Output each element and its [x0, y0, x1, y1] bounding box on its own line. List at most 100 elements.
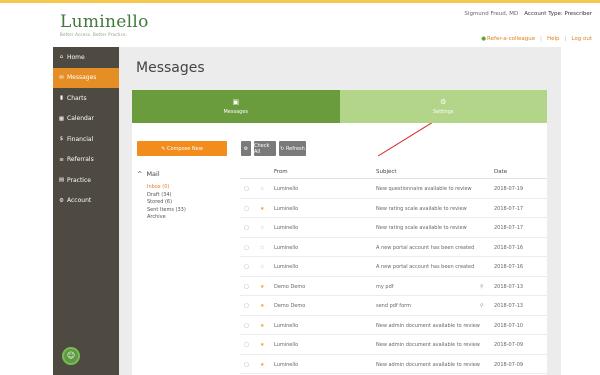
sidebar-item-label: Referrals — [67, 156, 94, 164]
star-outline-icon[interactable]: ☆ — [260, 225, 264, 231]
column-header-subject[interactable]: Subject — [376, 169, 397, 175]
message-subject[interactable]: A new portal account has been created — [376, 264, 474, 270]
checkbox-icon[interactable]: ▢ — [244, 342, 249, 348]
message-subject[interactable]: New admin document available to review — [376, 362, 480, 368]
checkbox-icon[interactable]: ▢ — [244, 186, 249, 192]
refresh-label: Refresh — [285, 145, 305, 152]
gear-icon: ⚙ — [59, 197, 64, 204]
dollar-icon: $ — [59, 136, 64, 143]
star-outline-icon[interactable]: ☆ — [260, 245, 264, 251]
logout-link[interactable]: Log out — [571, 36, 592, 42]
table-row[interactable]: ▢ ★ Luminello New admin document available … — [240, 335, 547, 355]
sidebar-item-financial[interactable]: $ Financial — [53, 129, 119, 150]
message-subject[interactable]: send pdf form — [376, 303, 411, 309]
message-subject[interactable]: New rating scale available to review — [376, 206, 467, 212]
sidebar-item-label: Account — [67, 197, 92, 205]
tab-messages[interactable]: ▣ Messages — [132, 90, 340, 123]
folder-item[interactable]: Archive — [137, 214, 232, 222]
message-date: 2018-07-16 — [494, 264, 524, 270]
sidebar-item-home[interactable]: ⌂ Home — [53, 47, 119, 68]
star-filled-icon[interactable]: ★ — [260, 284, 264, 290]
star-filled-icon[interactable]: ★ — [260, 323, 264, 329]
message-date: 2018-07-13 — [494, 283, 524, 290]
checkbox-icon[interactable]: ▢ — [244, 303, 249, 309]
checkbox-icon[interactable]: ▢ — [244, 362, 249, 368]
checkbox-icon[interactable]: ▢ — [244, 225, 249, 231]
table-row[interactable]: ▢ ☆ Luminello A new portal account has been… — [240, 238, 547, 257]
column-header-date[interactable]: Date — [494, 169, 507, 175]
checkbox-icon[interactable]: ▢ — [244, 284, 249, 290]
tab-bar: ▣ Messages ⚙ Settings — [132, 90, 547, 123]
table-row[interactable]: ▢ ☆ Luminello New rating scale available to… — [240, 218, 547, 238]
message-from: Luminello — [274, 186, 299, 192]
sidebar-item-practice[interactable]: ▤ Practice — [53, 170, 119, 191]
sidebar-item-calendar[interactable]: ▦ Calendar — [53, 109, 119, 130]
user-name: Sigmund Freud, MD — [464, 11, 519, 17]
mail-heading-label: Mail — [146, 170, 160, 178]
logo-name: Luminello — [60, 12, 149, 32]
sidebar-item-label: Financial — [67, 135, 94, 143]
folder-item[interactable]: Draft (34) — [137, 192, 232, 200]
message-date: 2018-07-16 — [494, 244, 524, 251]
sidebar-item-label: Home — [67, 53, 85, 61]
table-header: From Subject Date — [240, 165, 547, 179]
star-filled-icon[interactable]: ★ — [260, 206, 264, 212]
table-row[interactable]: ▢ ★ Luminello New rating scale available to… — [240, 199, 547, 218]
message-subject[interactable]: New questionnaire available to review — [376, 186, 472, 192]
checkbox-icon[interactable]: ▢ — [244, 245, 249, 251]
message-subject[interactable]: New rating scale available to review — [376, 225, 467, 231]
refer-link[interactable]: Refer-a-colleague — [487, 36, 535, 42]
message-subject[interactable]: New admin document available to review — [376, 342, 480, 348]
message-date: 2018-07-10 — [494, 322, 524, 329]
table-row[interactable]: ▢ ☆ Luminello A new portal account has been… — [240, 257, 547, 277]
folder-item[interactable]: Inbox (0) — [137, 184, 232, 192]
message-subject[interactable]: my pdf — [376, 284, 394, 290]
message-date: 2018-07-13 — [494, 303, 524, 309]
checkbox-icon[interactable]: ▢ — [244, 323, 249, 329]
mail-heading[interactable]: ^ Mail — [137, 170, 232, 178]
settings-button[interactable]: ⚙ — [241, 141, 251, 156]
header: Luminello Better Access. Better Practice… — [0, 3, 600, 47]
star-filled-icon[interactable]: ★ — [260, 303, 264, 309]
sidebar: ⌂ Home ✉ Messages ▮ Charts ▦ Calendar $ Financial… — [53, 47, 119, 375]
refresh-button[interactable]: ↻ Refresh — [279, 141, 306, 156]
table-row[interactable]: ▢ ★ Luminello New admin document available … — [240, 355, 547, 374]
folder-item[interactable]: Sent Items (33) — [137, 207, 232, 215]
message-subject[interactable]: New admin document available to review — [376, 323, 480, 329]
star-outline-icon[interactable]: ☆ — [260, 264, 264, 270]
account-type: Account Type: Prescriber — [524, 11, 592, 17]
sidebar-item-referrals[interactable]: ≡ Referrals — [53, 150, 119, 171]
star-filled-icon[interactable]: ★ — [260, 362, 264, 368]
table-row[interactable]: ▢ ★ Demo Demo send pdf form ⚲ 2018-07-13 — [240, 296, 547, 316]
paperclip-icon: ⚲ — [480, 283, 484, 290]
compose-label: Compose New — [166, 145, 203, 152]
check-all-button[interactable]: Check All — [254, 141, 276, 156]
support-badge-icon[interactable]: ☺ — [62, 347, 80, 365]
column-header-from[interactable]: From — [274, 169, 288, 175]
building-icon: ▤ — [58, 177, 65, 184]
checkbox-icon[interactable]: ▢ — [244, 206, 249, 212]
table-row[interactable]: ▢ ★ Luminello New admin document available … — [240, 316, 547, 335]
message-from: Luminello — [274, 342, 299, 348]
table-row[interactable]: ▢ ★ Demo Demo my pdf ⚲ 2018-07-13 — [240, 277, 547, 296]
checkbox-icon[interactable]: ▢ — [244, 264, 249, 270]
table-row[interactable]: ▢ ☆ Luminello New questionnaire available t… — [240, 179, 547, 199]
sidebar-item-label: Calendar — [67, 115, 94, 123]
star-outline-icon[interactable]: ☆ — [260, 186, 264, 192]
folder-item[interactable]: Stored (6) — [137, 199, 232, 207]
sidebar-item-charts[interactable]: ▮ Charts — [53, 88, 119, 109]
message-date: 2018-07-19 — [494, 186, 524, 192]
user-info: Sigmund Freud, MD Account Type: Prescribe… — [464, 11, 592, 17]
sidebar-item-messages[interactable]: ✉ Messages — [53, 67, 119, 88]
star-filled-icon[interactable]: ★ — [260, 342, 264, 348]
message-table: From Subject Date ▢ ☆ Luminello New questio… — [240, 165, 547, 374]
compose-button[interactable]: ✎ Compose New — [137, 141, 227, 156]
inbox-icon: ▣ — [232, 98, 240, 106]
message-subject[interactable]: A new portal account has been created — [376, 245, 474, 251]
sidebar-item-account[interactable]: ⚙ Account — [53, 191, 119, 212]
logo[interactable]: Luminello Better Access. Better Practice… — [60, 12, 149, 37]
message-from: Luminello — [274, 361, 299, 368]
tab-settings[interactable]: ⚙ Settings — [339, 90, 547, 123]
tab-settings-label: Settings — [432, 109, 454, 115]
help-link[interactable]: Help — [547, 36, 560, 42]
